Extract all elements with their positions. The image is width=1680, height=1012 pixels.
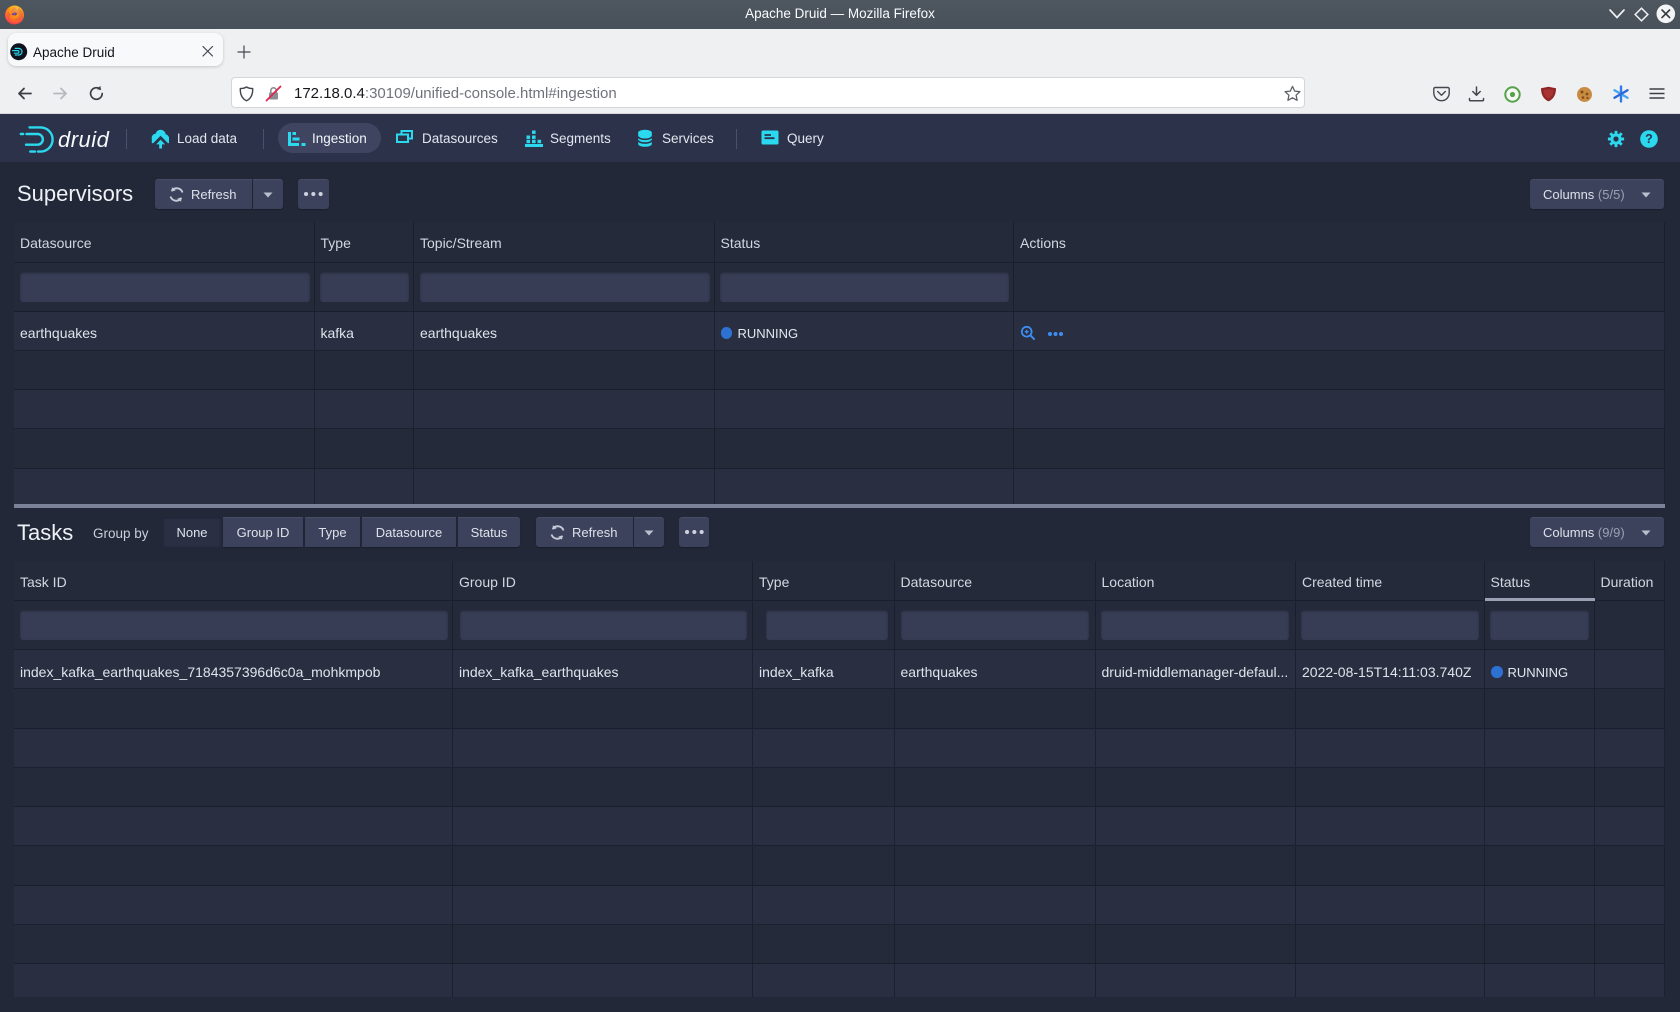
svg-text:?: ? (1645, 132, 1653, 146)
